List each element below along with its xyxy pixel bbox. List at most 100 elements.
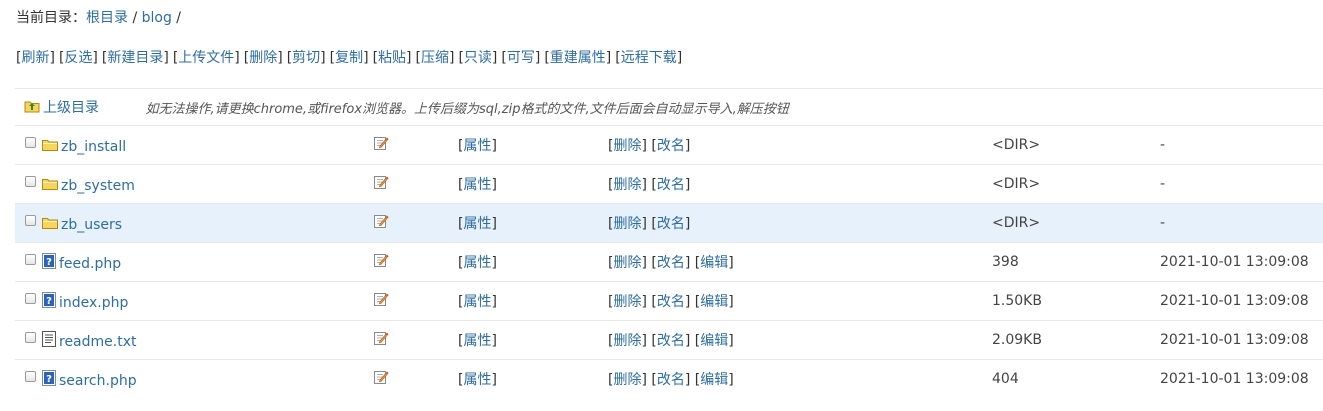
rename-link[interactable]: 改名 — [657, 255, 685, 271]
file-name-link[interactable]: readme.txt — [59, 334, 137, 350]
toolbar-item-cut: [剪切] — [287, 50, 326, 66]
delete-link[interactable]: 删除 — [613, 255, 641, 271]
edit-pencil-icon[interactable] — [373, 137, 389, 155]
edit-pencil-icon[interactable] — [373, 254, 389, 272]
paste-button[interactable]: 粘贴 — [378, 50, 406, 66]
breadcrumb-separator: / — [128, 10, 142, 26]
bracket: ] — [641, 333, 647, 349]
file-row: readme.txt [属性] [删除] [改名] [编辑] 2.09KB 2021-1… — [15, 320, 1323, 360]
file-name-link[interactable]: zb_users — [61, 217, 122, 233]
rename-link[interactable]: 改名 — [657, 177, 685, 193]
bracket: ] — [728, 255, 734, 271]
bracket: ] — [641, 372, 647, 389]
edit-pencil-icon[interactable] — [373, 332, 389, 350]
edit-pencil-icon[interactable] — [373, 371, 389, 389]
writable-button[interactable]: 可写 — [507, 50, 535, 66]
delete-link[interactable]: 删除 — [613, 177, 641, 193]
attributes-link[interactable]: 属性 — [463, 177, 491, 193]
bracket: ] — [448, 50, 455, 66]
attributes-link[interactable]: 属性 — [463, 216, 491, 232]
file-checkbox[interactable] — [25, 331, 36, 343]
breadcrumb-current-link[interactable]: blog — [142, 10, 172, 26]
attributes-link[interactable]: 属性 — [463, 294, 491, 310]
delete-link[interactable]: 删除 — [613, 372, 641, 388]
up-folder-icon[interactable] — [24, 99, 40, 117]
php-file-icon: ? — [42, 253, 56, 273]
edit-cell — [360, 242, 458, 282]
file-name-link[interactable]: index.php — [59, 295, 128, 311]
file-row: ? search.php [属性] [删除] [改名] [编辑] 404 2021-10-… — [15, 359, 1323, 399]
bracket: ] — [163, 50, 169, 66]
file-checkbox[interactable] — [25, 136, 36, 148]
attributes-link[interactable]: 属性 — [463, 333, 491, 349]
compress-button[interactable]: 压缩 — [421, 50, 449, 66]
file-size: <DIR> — [992, 203, 1160, 243]
edit-link[interactable]: 编辑 — [700, 372, 728, 388]
php-file-icon: ? — [42, 370, 56, 390]
rename-link[interactable]: 改名 — [657, 372, 685, 388]
bracket: ] — [684, 255, 691, 271]
edit-link[interactable]: 编辑 — [700, 333, 728, 349]
browser-notice: 如无法操作,请更换chrome,或firefox浏览器。上传后缀为sql,zip… — [145, 101, 789, 117]
toolbar-item-delete: [删除] — [244, 50, 283, 66]
file-name-link[interactable]: zb_system — [61, 178, 135, 194]
actions-cell: [删除] [改名] [编辑] — [608, 359, 992, 399]
bracket: ] — [234, 50, 240, 66]
rename-link[interactable]: 改名 — [657, 216, 685, 232]
file-name-link[interactable]: search.php — [59, 373, 137, 389]
remote-download-button[interactable]: 远程下载 — [621, 50, 677, 66]
rename-link[interactable]: 改名 — [657, 294, 685, 310]
folder-icon — [42, 177, 58, 194]
edit-link[interactable]: 编辑 — [700, 294, 728, 310]
bracket: ] — [641, 216, 647, 232]
bracket: ] — [491, 372, 497, 389]
file-name-cell: ? index.php — [15, 281, 360, 321]
file-checkbox[interactable] — [25, 292, 36, 304]
file-size: <DIR> — [992, 125, 1160, 165]
refresh-button[interactable]: 刷新 — [21, 50, 49, 66]
new-folder-button[interactable]: 新建目录 — [107, 50, 163, 66]
attributes-link[interactable]: 属性 — [463, 372, 491, 388]
attributes-cell: [属性] — [458, 359, 608, 399]
cut-button[interactable]: 剪切 — [292, 50, 320, 66]
attributes-link[interactable]: 属性 — [463, 255, 491, 271]
actions-cell: [删除] [改名] [编辑] — [608, 242, 992, 282]
file-checkbox[interactable] — [25, 370, 36, 382]
delete-link[interactable]: 删除 — [613, 216, 641, 232]
bracket: ] — [684, 177, 691, 193]
breadcrumb-root-link[interactable]: 根目录 — [86, 10, 128, 26]
bracket: ] — [491, 138, 497, 154]
file-checkbox[interactable] — [25, 253, 36, 265]
delete-button[interactable]: 删除 — [249, 50, 277, 66]
edit-link[interactable]: 编辑 — [700, 255, 728, 271]
delete-link[interactable]: 删除 — [613, 333, 641, 349]
actions-cell: [删除] [改名] — [608, 164, 992, 204]
delete-link[interactable]: 删除 — [613, 294, 641, 310]
actions-cell: [删除] [改名] [编辑] — [608, 320, 992, 360]
file-checkbox[interactable] — [25, 214, 36, 226]
rename-link[interactable]: 改名 — [657, 333, 685, 349]
upload-file-button[interactable]: 上传文件 — [178, 50, 234, 66]
file-name-cell: readme.txt — [15, 320, 360, 360]
file-name-link[interactable]: zb_install — [61, 139, 126, 155]
read-only-button[interactable]: 只读 — [464, 50, 492, 66]
file-table: 上级目录 如无法操作,请更换chrome,或firefox浏览器。上传后缀为sq… — [15, 88, 1323, 399]
file-name-link[interactable]: feed.php — [59, 256, 121, 272]
edit-pencil-icon[interactable] — [373, 293, 389, 311]
bracket: ] — [92, 50, 98, 66]
file-row: zb_install [属性] [删除] [改名] <DIR> - — [15, 125, 1323, 165]
edit-pencil-icon[interactable] — [373, 215, 389, 233]
delete-link[interactable]: 删除 — [613, 138, 641, 154]
attributes-link[interactable]: 属性 — [463, 138, 491, 154]
bracket: ] — [684, 216, 691, 232]
modified-time: - — [1160, 164, 1323, 204]
file-checkbox[interactable] — [25, 175, 36, 187]
invert-selection-button[interactable]: 反选 — [64, 50, 92, 66]
parent-directory-link[interactable]: 上级目录 — [43, 100, 99, 116]
svg-text:?: ? — [46, 374, 52, 385]
rebuild-attributes-button[interactable]: 重建属性 — [550, 50, 606, 66]
folder-icon — [42, 138, 58, 155]
copy-button[interactable]: 复制 — [335, 50, 363, 66]
rename-link[interactable]: 改名 — [657, 138, 685, 154]
edit-pencil-icon[interactable] — [373, 176, 389, 194]
